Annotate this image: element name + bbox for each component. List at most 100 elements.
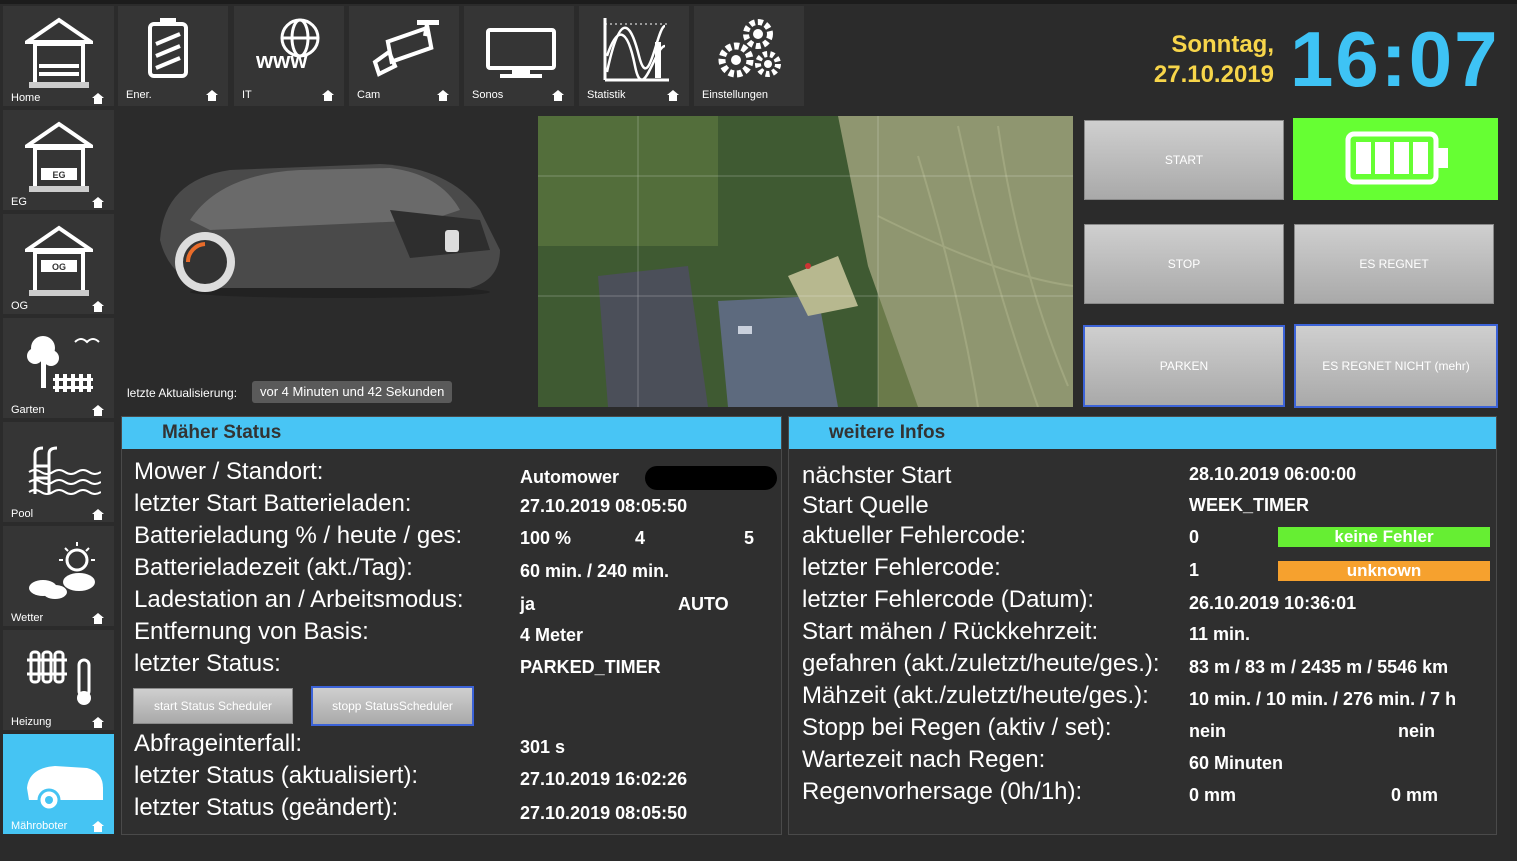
weekday: Sonntag, [1171,31,1274,58]
status-value: ja [520,594,536,614]
info-value: 11 min. [1189,624,1251,644]
stop-scheduler-button[interactable]: stopp StatusScheduler [311,686,474,726]
status-value: 27.10.2019 08:05:50 [520,803,688,823]
status-value: 4 [635,528,646,548]
home-small-icon [552,90,564,101]
home-small-icon [92,821,104,832]
status-value: 5 [744,528,755,548]
home-small-icon [92,509,104,520]
status-label: Entfernung von Basis: [134,618,369,645]
info-value: 1 [1189,560,1200,580]
aerial-map[interactable] [538,116,1073,407]
info-label: Regenvorhersage (0h/1h): [802,778,1083,805]
status-value: 60 min. / 240 min. [520,561,670,581]
nav-pool-label: Pool [11,508,34,520]
nav-wetter[interactable]: Wetter [3,526,114,626]
battery-icon [148,18,188,78]
nav-maehroboter[interactable]: Mähroboter [3,734,114,834]
nav-it-label: IT [242,89,252,101]
no-rain-button[interactable]: ES REGNET NICHT (mehr) [1294,324,1498,408]
info-value: WEEK_TIMER [1189,495,1310,515]
info-value: 10 min. / 10 min. / 276 min. / 7 h [1189,689,1457,709]
nav-einstellungen-label: Einstellungen [702,89,769,101]
gears-icon [718,19,781,78]
home-small-icon [92,613,104,624]
status-label: letzter Start Batterieladen: [134,490,412,517]
nav-heizung-label: Heizung [11,716,52,728]
nav-sonos[interactable]: Sonos [464,6,574,106]
home-small-icon [92,405,104,416]
status-value: 301 s [520,737,566,757]
park-button[interactable]: PARKEN [1083,325,1285,407]
status-label: letzter Status (aktualisiert): [134,762,419,789]
error-unknown-badge: unknown [1278,561,1490,581]
nav-wetter-label: Wetter [11,612,44,624]
house-icon [25,17,93,88]
nav-og[interactable]: OG OG [3,214,114,314]
nav-home-label: Home [11,92,41,104]
info-value: nein [1398,721,1436,741]
nav-eg[interactable]: EG EG [3,110,114,210]
nav-eg-label: EG [11,196,27,208]
camera-icon [372,20,439,77]
svg-text:EG: EG [52,170,65,180]
error-ok-badge: keine Fehler [1278,527,1490,547]
mower-icon [27,766,103,812]
battery-indicator [1293,118,1498,200]
stop-button[interactable]: STOP [1084,224,1284,304]
status-label: Mower / Standort: [134,458,324,485]
status-label: Batterieladung % / heute / ges: [134,522,463,549]
status-panel-title: Mäher Status [122,417,781,449]
info-value: 28.10.2019 06:00:00 [1189,464,1357,484]
nav-home[interactable]: Home [3,6,114,106]
status-value: Automower [520,467,619,487]
info-value: 60 Minuten [1189,753,1284,773]
info-label: aktueller Fehlercode: [802,522,1027,549]
info-label: nächster Start [802,462,952,489]
status-label: Abfrageinterfall: [134,730,303,757]
info-value: nein [1189,721,1227,741]
nav-energy-label: Ener. [126,89,152,101]
redacted-mark [645,466,777,490]
top-border [0,0,1517,4]
date-display: Sonntag, 27.10.2019 [1132,30,1274,90]
info-label: gefahren (akt./zuletzt/heute/ges.): [802,650,1160,677]
www-globe-icon: www [255,18,320,73]
status-value: 27.10.2019 08:05:50 [520,496,688,516]
aerial-map-image [538,116,1073,407]
nav-garten[interactable]: Garten [3,318,114,418]
nav-statistik[interactable]: Statistik [579,6,689,106]
status-label: Batterieladezeit (akt./Tag): [134,554,413,581]
info-value: 0 mm [1391,785,1439,805]
nav-cam[interactable]: Cam [349,6,459,106]
info-label: Start mähen / Rückkehrzeit: [802,618,1099,645]
status-label: letzter Status (geändert): [134,794,399,821]
home-small-icon [92,197,104,208]
nav-it[interactable]: www IT [234,6,344,106]
home-small-icon [322,90,334,101]
nav-pool[interactable]: Pool [3,422,114,522]
status-label: letzter Status: [134,650,281,677]
start-button[interactable]: START [1084,120,1284,200]
date: 27.10.2019 [1153,61,1274,88]
info-value: 26.10.2019 10:36:01 [1189,593,1357,613]
info-label: letzter Fehlercode: [802,554,1001,581]
clock: 16:07 [1290,15,1500,103]
start-scheduler-button[interactable]: start Status Scheduler [133,688,293,724]
nav-heizung[interactable]: Heizung [3,630,114,730]
home-small-icon [667,90,679,101]
status-value: 100 % [520,528,572,548]
svg-text:OG: OG [52,262,66,272]
rain-button[interactable]: ES REGNET [1294,224,1494,304]
nav-energy[interactable]: Ener. [118,6,228,106]
battery-full-icon [1345,131,1448,185]
nav-statistik-label: Statistik [587,89,626,101]
info-label: letzter Fehlercode (Datum): [802,586,1095,613]
nav-einstellungen[interactable]: Einstellungen [694,6,804,106]
home-small-icon [92,301,104,312]
info-value: 0 mm [1189,785,1237,805]
nav-og-label: OG [11,300,29,312]
status-value: AUTO [678,594,729,614]
nav-sonos-label: Sonos [472,89,504,101]
nav-maehroboter-label: Mähroboter [11,820,68,832]
